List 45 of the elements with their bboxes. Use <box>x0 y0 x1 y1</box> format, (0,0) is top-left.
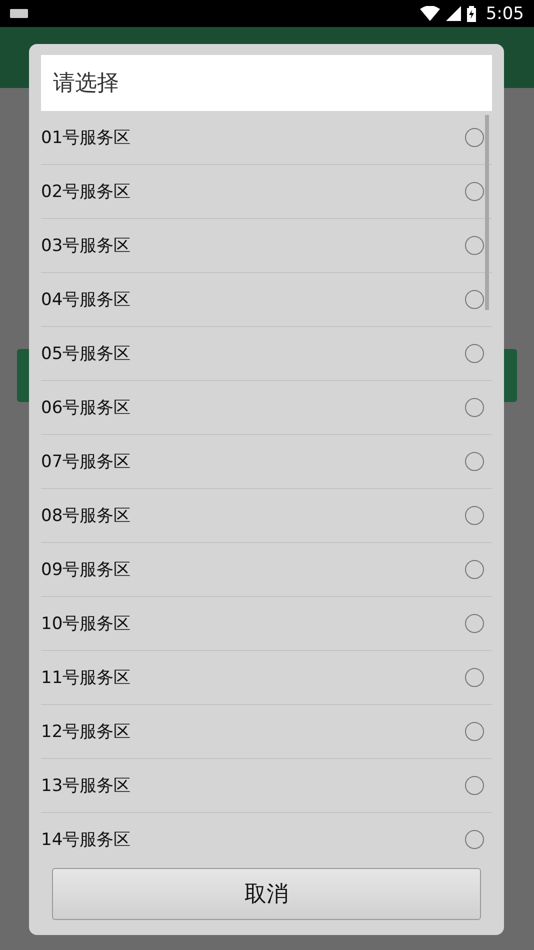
option-row[interactable]: 14号服务区 <box>41 813 492 857</box>
option-row[interactable]: 05号服务区 <box>41 327 492 381</box>
radio-button[interactable] <box>465 776 484 795</box>
wifi-icon <box>420 6 440 21</box>
radio-button[interactable] <box>465 128 484 147</box>
option-row[interactable]: 06号服务区 <box>41 381 492 435</box>
scrollbar[interactable] <box>485 115 489 310</box>
option-label: 07号服务区 <box>41 451 131 473</box>
battery-icon <box>466 6 476 22</box>
option-label: 05号服务区 <box>41 343 131 365</box>
option-row[interactable]: 08号服务区 <box>41 489 492 543</box>
option-label: 12号服务区 <box>41 721 131 743</box>
option-label: 13号服务区 <box>41 775 131 797</box>
option-label: 14号服务区 <box>41 829 131 851</box>
radio-button[interactable] <box>465 560 484 579</box>
signal-icon <box>446 6 461 21</box>
option-row[interactable]: 07号服务区 <box>41 435 492 489</box>
cancel-button[interactable]: 取消 <box>52 868 481 920</box>
radio-button[interactable] <box>465 452 484 471</box>
option-row[interactable]: 10号服务区 <box>41 597 492 651</box>
radio-button[interactable] <box>465 344 484 363</box>
radio-button[interactable] <box>465 614 484 633</box>
option-row[interactable]: 12号服务区 <box>41 705 492 759</box>
option-row[interactable]: 13号服务区 <box>41 759 492 813</box>
option-label: 06号服务区 <box>41 397 131 419</box>
option-row[interactable]: 09号服务区 <box>41 543 492 597</box>
radio-button[interactable] <box>465 398 484 417</box>
radio-button[interactable] <box>465 506 484 525</box>
radio-button[interactable] <box>465 668 484 687</box>
option-label: 03号服务区 <box>41 235 131 257</box>
option-label: 11号服务区 <box>41 667 131 689</box>
radio-button[interactable] <box>465 830 484 849</box>
radio-button[interactable] <box>465 290 484 309</box>
option-label: 01号服务区 <box>41 127 131 149</box>
option-label: 10号服务区 <box>41 613 131 635</box>
clock-time: 5:05 <box>486 4 524 24</box>
option-label: 02号服务区 <box>41 181 131 203</box>
option-label: 08号服务区 <box>41 505 131 527</box>
radio-button[interactable] <box>465 182 484 201</box>
option-label: 04号服务区 <box>41 289 131 311</box>
option-label: 09号服务区 <box>41 559 131 581</box>
option-row[interactable]: 11号服务区 <box>41 651 492 705</box>
radio-button[interactable] <box>465 722 484 741</box>
dialog-title: 请选择 <box>41 55 492 111</box>
radio-button[interactable] <box>465 236 484 255</box>
